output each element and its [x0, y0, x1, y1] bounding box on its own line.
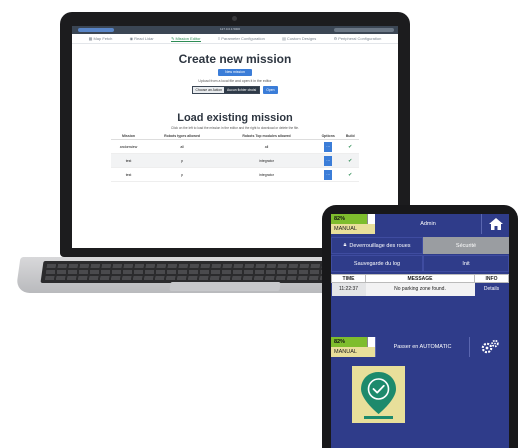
options-cell: ⋯ — [314, 153, 342, 168]
nav-item-read-lidar[interactable]: ◉ Read Lidar — [130, 36, 154, 41]
tablet-screen: 82% MANUAL Admin 🔒︎ Deverrouillage des r… — [331, 214, 509, 448]
open-button[interactable]: Open — [263, 86, 278, 94]
switch-automatic-button[interactable]: Passer en AUTOMATIC — [375, 337, 469, 357]
log-time: 11:22:37 — [331, 282, 366, 296]
map-icon: ▦ — [88, 36, 93, 41]
upload-note: Upload from a local file and open it in … — [198, 79, 272, 83]
check-icon: ✔ — [348, 171, 353, 178]
mode-label: MANUAL — [331, 224, 375, 234]
modules-cell: integrator — [218, 167, 315, 182]
battery-status-bottom: 82% MANUAL — [331, 337, 375, 357]
options-menu-icon[interactable]: ⋯ — [324, 169, 333, 180]
user-label: Admin — [375, 214, 481, 234]
table-row: test p integrator ⋯ ✔ — [111, 153, 359, 168]
stage: 127.0.0.1:5000 ▦ Map Fetch ◉ Read Lidar ✎ M… — [0, 0, 523, 448]
log-table: TIME MESSAGE INFO 11:22:37 No parking zo… — [331, 274, 509, 296]
robots-cell: p — [146, 153, 219, 168]
load-mission-title: Load existing mission — [177, 112, 293, 124]
design-icon: ▤ — [282, 36, 286, 41]
unlock-wheels-button[interactable]: 🔒︎ Deverrouillage des roues — [331, 237, 423, 254]
unlock-wheels-label: Deverrouillage des roues — [349, 242, 411, 249]
options-menu-icon[interactable]: ⋯ — [324, 155, 333, 166]
options-menu-icon[interactable]: ⋯ — [324, 141, 333, 152]
nav-item-parameter-configuration[interactable]: ≡ Parameter Configuration — [218, 36, 265, 41]
nav-item-mission-editor[interactable]: ✎ Mission Editor — [171, 35, 201, 42]
check-icon: ✔ — [348, 157, 353, 164]
nav-item-peripheral-configuration[interactable]: ⚙ Peripheral Configuration — [334, 36, 382, 41]
camera-icon — [232, 16, 237, 21]
location-check-icon — [361, 372, 396, 419]
browser-tab[interactable] — [78, 28, 114, 32]
log-message: No parking zone found. — [365, 282, 475, 296]
nav-label: Custom Designs — [286, 36, 317, 41]
sliders-icon: ≡ — [217, 36, 221, 41]
lock-icon: 🔒︎ — [343, 242, 347, 248]
browser-toolbar[interactable] — [334, 28, 394, 32]
safety-button[interactable]: Sécurité — [423, 237, 509, 254]
load-note: Click on the left to load the mission in… — [171, 126, 299, 130]
battery-status: 82% MANUAL — [331, 214, 375, 234]
table-row: andonwiew all all ⋯ ✔ — [111, 139, 359, 154]
modules-cell: integrator — [218, 153, 315, 168]
cog-icon: ⚙ — [333, 36, 338, 41]
log-col-message: MESSAGE — [365, 274, 475, 283]
options-cell: ⋯ — [314, 167, 342, 182]
check-icon: ✔ — [348, 143, 353, 150]
browser-bar: 127.0.0.1:5000 — [72, 26, 398, 34]
init-button[interactable]: Init — [423, 255, 509, 272]
tablet-controls: 🔒︎ Deverrouillage des roues Sécurité Sau… — [331, 237, 509, 272]
app-nav: ▦ Map Fetch ◉ Read Lidar ✎ Mission Editor ≡… — [72, 34, 398, 44]
nav-label: Peripheral Configuration — [338, 36, 382, 41]
battery-bar: 82% — [331, 214, 375, 224]
build-cell: ✔ — [341, 139, 359, 154]
create-mission-title: Create new mission — [178, 52, 292, 66]
tablet: 82% MANUAL Admin 🔒︎ Deverrouillage des r… — [322, 205, 518, 448]
tablet-footer: 82% MANUAL Passer en AUTOMATIC — [331, 337, 509, 357]
nav-label: Parameter Configuration — [221, 36, 265, 41]
mission-link[interactable]: test — [111, 167, 147, 182]
build-cell: ✔ — [341, 153, 359, 168]
missions-table: Mission Robots types allowed Robots Top … — [111, 133, 359, 182]
edit-icon: ✎ — [171, 35, 175, 41]
nav-label: Read Lidar — [134, 36, 154, 41]
location-panel[interactable] — [352, 366, 405, 423]
mission-link[interactable]: andonwiew — [111, 139, 147, 154]
log-row: 11:22:37 No parking zone found. Details — [331, 282, 509, 296]
modules-cell: all — [218, 139, 315, 154]
save-log-button[interactable]: Sauvegarde du log — [331, 255, 423, 272]
choose-file-button[interactable]: Choose an Action — [193, 87, 225, 93]
options-cell: ⋯ — [314, 139, 342, 154]
log-col-info: INFO — [474, 274, 509, 283]
log-header-row: TIME MESSAGE INFO — [331, 274, 509, 283]
browser-address[interactable]: 127.0.0.1:5000 — [220, 27, 240, 31]
settings-button[interactable] — [469, 337, 509, 357]
nav-item-custom-designs[interactable]: ▤ Custom Designs — [282, 36, 316, 41]
log-details-button[interactable]: Details — [474, 282, 509, 296]
mode-label-bottom: MANUAL — [331, 347, 375, 357]
trackpad — [169, 282, 281, 291]
new-mission-button[interactable]: New mission — [218, 69, 252, 76]
battery-percent: 82% — [331, 214, 367, 224]
file-name-field: Aucun fichier choisi — [224, 87, 260, 93]
gears-icon — [481, 339, 499, 354]
battery-bar-bottom: 82% — [331, 337, 375, 347]
battery-empty-bottom — [367, 337, 375, 347]
nav-label: Mission Editor — [175, 35, 201, 41]
log-col-time: TIME — [331, 274, 366, 283]
radar-icon: ◉ — [129, 36, 134, 41]
battery-empty — [367, 214, 375, 224]
file-upload-row: Choose an Action Aucun fichier choisi Op… — [72, 86, 398, 94]
home-icon — [488, 218, 503, 230]
robots-cell: all — [146, 139, 219, 154]
robots-cell: p — [146, 167, 219, 182]
tablet-header: 82% MANUAL Admin — [331, 214, 509, 234]
mission-link[interactable]: test — [111, 153, 147, 168]
file-input[interactable]: Choose an Action Aucun fichier choisi — [192, 86, 261, 94]
build-cell: ✔ — [341, 167, 359, 182]
table-row: test p integrator ⋯ ✔ — [111, 167, 359, 182]
battery-percent-bottom: 82% — [331, 337, 367, 347]
nav-label: Map Fetch — [93, 36, 113, 41]
nav-item-map-fetch[interactable]: ▦ Map Fetch — [89, 36, 113, 41]
home-button[interactable] — [481, 214, 509, 234]
